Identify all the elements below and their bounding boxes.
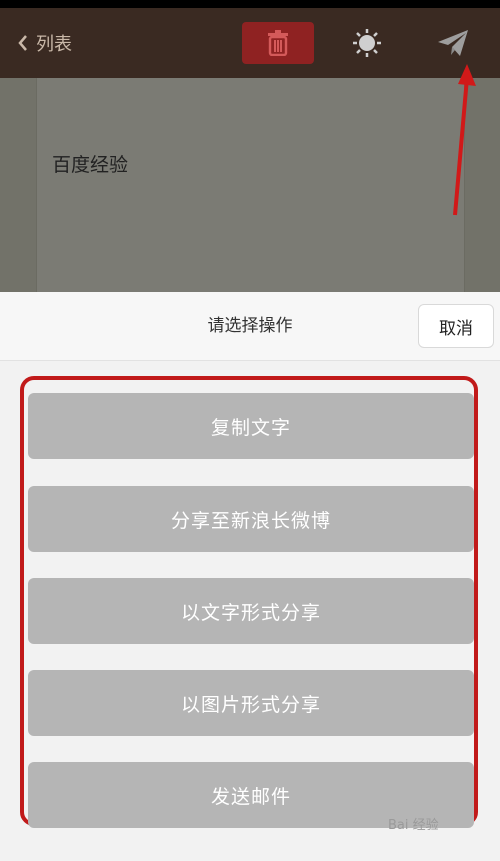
cancel-button[interactable]: 取消 (418, 304, 494, 348)
brightness-icon[interactable] (352, 28, 382, 58)
back-label: 列表 (36, 34, 72, 55)
trash-icon (268, 30, 288, 56)
delete-button[interactable] (242, 22, 314, 64)
back-button[interactable]: 列表 (18, 30, 72, 56)
copy-text-button[interactable]: 复制文字 (28, 393, 474, 459)
action-sheet: 请选择操作 取消 复制文字 分享至新浪长微博 以文字形式分享 以图片形式分享 发… (0, 292, 500, 861)
share-as-text-button[interactable]: 以文字形式分享 (28, 578, 474, 644)
top-toolbar: 列表 (0, 8, 500, 78)
status-bar (0, 0, 500, 8)
watermark: Bai 经验 (388, 818, 439, 833)
left-margin (0, 78, 37, 292)
note-meta-row (56, 94, 446, 116)
note-editor: 百度经验 (0, 78, 500, 292)
chevron-left-icon (18, 35, 27, 51)
share-weibo-button[interactable]: 分享至新浪长微博 (28, 486, 474, 552)
send-icon[interactable] (436, 28, 470, 58)
right-margin (464, 78, 500, 292)
note-body[interactable]: 百度经验 (52, 150, 128, 177)
share-as-image-button[interactable]: 以图片形式分享 (28, 670, 474, 736)
action-sheet-header: 请选择操作 取消 (0, 292, 500, 361)
